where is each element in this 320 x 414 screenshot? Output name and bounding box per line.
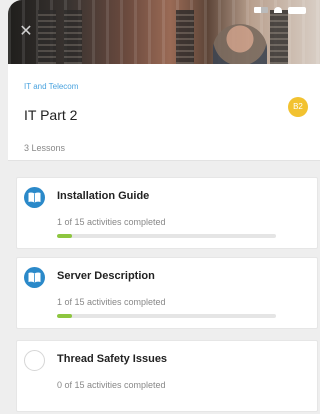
lesson-name: Thread Safety Issues [57,353,168,365]
server-rack-graphic [270,10,288,64]
server-rack-graphic [64,10,82,64]
lesson-progress-fill [57,234,72,238]
empty-circle-icon [24,350,45,371]
lesson-progress-text: 1 of 15 activities completed [57,217,166,227]
lesson-card-installation-guide[interactable]: Installation Guide 1 of 15 activities co… [16,177,318,249]
lesson-progress-bar [57,314,276,318]
course-category: IT and Telecom [24,82,79,91]
book-icon [24,187,45,208]
lesson-progress-text: 0 of 15 activities completed [57,380,166,390]
course-header: IT and Telecom IT Part 2 B2 3 Lessons [8,64,320,161]
book-icon-glyph [28,272,41,283]
book-icon-glyph [28,192,41,203]
level-badge: B2 [288,97,308,117]
lesson-progress-text: 1 of 15 activities completed [57,297,166,307]
lesson-progress-fill [57,314,72,318]
battery-icon [288,6,306,14]
course-title: IT Part 2 [24,107,78,123]
book-icon [24,267,45,288]
wifi-icon [274,7,282,13]
course-hero-image: ✕ [8,0,320,64]
server-rack-graphic [176,10,194,64]
lesson-progress-bar [57,234,276,238]
lesson-card-server-description[interactable]: Server Description 1 of 15 activities co… [16,257,318,329]
lesson-name: Server Description [57,270,155,282]
signal-icon [254,7,268,13]
close-icon[interactable]: ✕ [18,24,34,40]
lesson-card-thread-safety-issues[interactable]: Thread Safety Issues 0 of 15 activities … [16,340,318,412]
lesson-name: Installation Guide [57,190,150,202]
status-bar-icons [254,6,306,14]
person-graphic [213,24,267,64]
server-rack-graphic [38,10,56,64]
lesson-count: 3 Lessons [24,143,66,153]
